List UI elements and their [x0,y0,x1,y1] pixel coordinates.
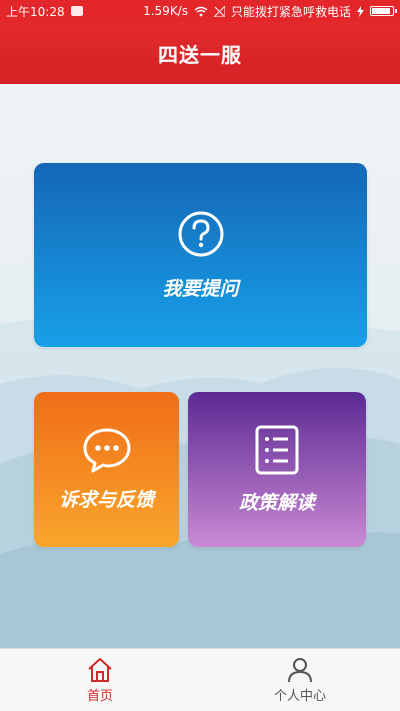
battery-icon [370,6,397,16]
notification-icon [70,6,83,16]
ask-question-card[interactable]: 我要提问 [34,163,367,347]
nav-home-label: 首页 [86,688,113,704]
home-icon [88,657,112,682]
nav-home[interactable]: 首页 [0,649,200,711]
status-time: 上午10:28 [6,4,65,19]
chat-bubble-icon [83,428,130,473]
status-bar: 上午10:28 1.59K/s 只能拨打紧急呼救电话 [0,0,400,22]
page-title: 四送一服 [158,42,242,67]
document-list-icon [255,425,299,475]
user-icon [288,657,312,682]
question-circle-icon [178,211,223,256]
bottom-navigation: 首页 个人中心 [0,648,400,711]
policy-card[interactable]: 政策解读 [188,392,366,547]
feedback-label: 诉求与反馈 [58,489,154,511]
feedback-card[interactable]: 诉求与反馈 [34,392,179,547]
carrier-status: 只能拨打紧急呼救电话 [230,4,351,19]
app-header: 四送一服 [0,22,400,84]
policy-label: 政策解读 [238,492,315,514]
charging-icon [357,5,364,17]
ask-question-label: 我要提问 [162,277,239,300]
nav-personal-center[interactable]: 个人中心 [200,649,400,711]
network-speed: 1.59K/s [143,4,188,18]
wifi-icon [194,6,208,16]
nav-personal-label: 个人中心 [273,688,326,704]
no-signal-icon [213,5,225,17]
